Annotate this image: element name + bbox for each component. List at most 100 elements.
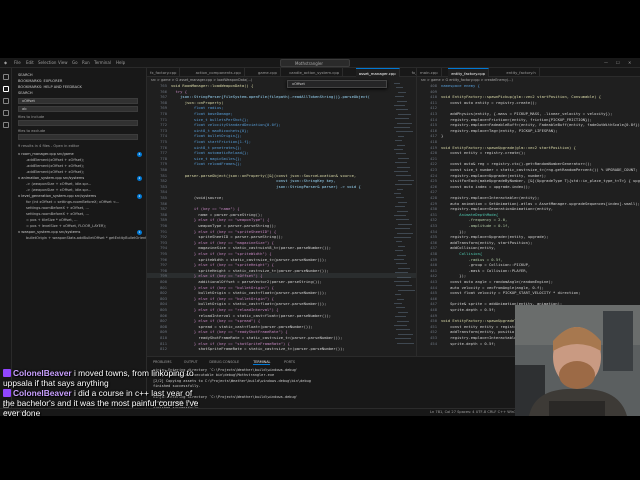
editor-tab[interactable]: fx_factory.h bbox=[409, 68, 416, 77]
line-number: 793 bbox=[160, 239, 167, 245]
panel-tab[interactable]: OUTPUT bbox=[184, 360, 198, 364]
search-result-item[interactable]: v room_manager.cpp src/game bbox=[18, 152, 74, 156]
panel-tab[interactable]: PORTS bbox=[284, 360, 295, 364]
search-result-item[interactable]: .addElement(xOffset + xOffset); bbox=[26, 170, 84, 174]
menu-help[interactable]: Help bbox=[116, 60, 125, 65]
editor-tab[interactable]: candle_action_system.cpp bbox=[286, 68, 344, 77]
editor-tab[interactable]: game.cpp bbox=[255, 68, 281, 77]
panel-tab[interactable]: PROBLEMS bbox=[153, 360, 172, 364]
panel-tab[interactable]: TERMINAL bbox=[253, 360, 271, 365]
minimap-line bbox=[398, 289, 415, 291]
breadcrumb[interactable]: src > game > G entity_factory.cpp > crea… bbox=[421, 78, 513, 82]
editor-tab[interactable]: entity_factory.h bbox=[503, 68, 540, 77]
files-to-exclude-input[interactable] bbox=[18, 134, 138, 140]
breadcrumb[interactable]: src > game > G asset_manager.cpp > loadW… bbox=[151, 78, 252, 82]
line-number: 450 bbox=[430, 318, 437, 324]
line-number: 443 bbox=[430, 279, 437, 284]
editor-tab[interactable]: entity_factory.cpp bbox=[448, 68, 490, 77]
search-result-item[interactable]: = pos + levelSize + xOffset, FLOOR_LAYER… bbox=[26, 224, 106, 228]
code-line: const float velocity = PICKUP_START_VELO… bbox=[441, 290, 581, 296]
search-result-item[interactable]: .addElement(xOffset + xOffset); bbox=[26, 158, 84, 162]
search-result-item[interactable]: for (int xOffset = settings.roomBeforeX;… bbox=[26, 200, 119, 204]
search-result-item[interactable]: v animation_system.cpp src/systems bbox=[18, 176, 84, 180]
line-number: 801 bbox=[160, 284, 167, 290]
minimize-icon[interactable]: — bbox=[604, 60, 608, 65]
code-line: registry.emplace<GenerationAnimation>(en… bbox=[441, 206, 554, 212]
line-number: 428 bbox=[430, 195, 437, 200]
sidebar-section-help[interactable]: BOOKMARKS: HELP AND FEEDBACK bbox=[18, 85, 82, 89]
search-result-item[interactable]: .addElement(xOffset + xOffset); bbox=[26, 164, 84, 168]
sidebar-section-bookmarks-explorer[interactable]: BOOKMARKS: EXPLORER bbox=[18, 79, 62, 83]
menu-terminal[interactable]: Terminal bbox=[94, 60, 111, 65]
search-sidebar: SEARCH BOOKMARKS: EXPLORER BOOKMARKS: HE… bbox=[12, 68, 147, 416]
sidebar-header: SEARCH bbox=[18, 73, 33, 77]
code-line: uint8_t penetrates{}; bbox=[171, 144, 242, 150]
files-to-include-input[interactable] bbox=[18, 120, 138, 126]
search-result-item[interactable]: -> (weaponSize + xOffset, idle.spr... bbox=[26, 188, 91, 192]
explorer-icon[interactable] bbox=[3, 74, 9, 80]
chat-overlay: ColonelBeaver i moved towns, from linköp… bbox=[3, 368, 203, 418]
line-number: 433 bbox=[430, 223, 437, 228]
code-line: registry.emplace<Interactable>(entity); bbox=[441, 195, 540, 200]
close-icon[interactable]: ✕ bbox=[628, 60, 631, 65]
sidebar-section-search[interactable]: SEARCH bbox=[18, 91, 33, 95]
search-result-item[interactable]: settings.roomBeforeX + xOffset, ... bbox=[26, 206, 89, 210]
code-line: const auto& reg = registry.ctx().get<Ran… bbox=[441, 161, 592, 167]
status-right[interactable]: Ln 781, Col 27 Spaces: 4 UTF-8 CRLF C++ … bbox=[430, 410, 519, 414]
code-line: float startFriction{1.f}; bbox=[171, 139, 252, 144]
minimap-line bbox=[394, 281, 409, 282]
menu-file[interactable]: File bbox=[14, 60, 21, 65]
line-number: 808 bbox=[160, 323, 167, 329]
line-number: 444 bbox=[430, 284, 437, 290]
code-line: } else if (key == "bulletOrigin") { bbox=[171, 284, 274, 290]
editor-tab[interactable]: fx_factory.cpp bbox=[147, 68, 181, 77]
editor-tab[interactable]: main.cpp bbox=[417, 68, 442, 77]
search-result-item[interactable]: v level_generation_system.cpp src/system… bbox=[18, 194, 96, 198]
code-line: if (key == "name") { bbox=[171, 206, 240, 212]
line-number: 412 bbox=[430, 105, 437, 111]
minimap-line bbox=[394, 149, 403, 150]
search-result-item[interactable]: settings.roomBeforeX + xOffset, ... bbox=[26, 212, 89, 216]
minimap-line bbox=[395, 250, 403, 252]
line-number: 424 bbox=[430, 172, 437, 178]
search-summary[interactable]: 9 results in 4 files - Open in editor bbox=[18, 144, 79, 148]
search-result-item[interactable]: -> (weaponSize + xOffset, idle.spr... bbox=[26, 182, 91, 186]
search-result-item[interactable]: = pos + tileSize * xOffset, ... bbox=[26, 218, 78, 222]
menu-run[interactable]: Run bbox=[82, 60, 90, 65]
search-result-item[interactable]: bulletOrigin + weaponStats.addBulletOffs… bbox=[26, 236, 146, 240]
line-number: 442 bbox=[430, 273, 437, 279]
app-icon[interactable]: ◆ bbox=[4, 60, 7, 65]
source-control-icon[interactable] bbox=[3, 98, 9, 104]
search-input[interactable]: xOffset bbox=[18, 98, 138, 104]
command-center[interactable]: Mothstrangler bbox=[280, 59, 350, 67]
panel-tab[interactable]: DEBUG CONSOLE bbox=[209, 360, 239, 364]
files-to-include-label: files to include bbox=[18, 115, 45, 119]
menu-go[interactable]: Go bbox=[72, 60, 78, 65]
replace-input[interactable]: ab bbox=[18, 106, 138, 112]
line-number: 445 bbox=[430, 290, 437, 296]
menu-view[interactable]: View bbox=[58, 60, 68, 65]
editor-tab[interactable]: action_components.cpp bbox=[193, 68, 245, 77]
code-line: bulletOrigin = static_cast<float>(parser… bbox=[171, 301, 327, 307]
code-line: float radius; bbox=[171, 105, 224, 111]
run-debug-icon[interactable] bbox=[3, 110, 9, 116]
find-widget[interactable]: xOffset bbox=[287, 80, 387, 88]
menu-edit[interactable]: Edit bbox=[26, 60, 34, 65]
minimap-line bbox=[395, 338, 411, 340]
line-number: 784 bbox=[160, 189, 167, 195]
search-icon[interactable] bbox=[3, 86, 9, 92]
minimap-line bbox=[397, 166, 410, 168]
line-number: 775 bbox=[160, 139, 167, 144]
minimap[interactable] bbox=[394, 83, 415, 353]
line-number: 420 bbox=[430, 150, 437, 156]
line-number: 785 bbox=[160, 195, 167, 200]
extensions-icon[interactable] bbox=[3, 122, 9, 128]
minimap-line bbox=[394, 127, 410, 128]
code-line: name = parser.parseString(); bbox=[171, 211, 263, 217]
code-line: .radius = 0.5f, bbox=[441, 256, 503, 262]
search-result-item[interactable]: v weapon_system.cpp src/systems bbox=[18, 230, 80, 234]
menu-selection[interactable]: Selection bbox=[38, 60, 56, 65]
maximize-icon[interactable]: ☐ bbox=[616, 60, 620, 65]
line-number: 789 bbox=[160, 217, 167, 223]
editor-tab[interactable]: asset_manager.cpp bbox=[355, 68, 400, 77]
